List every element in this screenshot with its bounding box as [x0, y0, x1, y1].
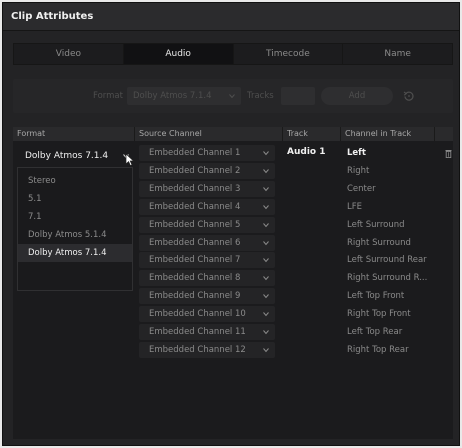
tracks-field[interactable]: [281, 87, 315, 105]
format-option-dolby-atmos-5-1-4[interactable]: Dolby Atmos 5.1.4: [18, 226, 132, 244]
channel-in-track-label: Right Top Front: [347, 309, 411, 320]
format-option-5-1[interactable]: 5.1: [18, 190, 132, 208]
channel-mapping-table: Format Source Channel Track Channel in T…: [13, 127, 453, 439]
format-option-dolby-atmos-7-1-4[interactable]: Dolby Atmos 7.1.4: [18, 244, 132, 262]
tab-timecode[interactable]: Timecode: [234, 44, 344, 64]
format-select-value: Dolby Atmos 7.1.4: [133, 91, 212, 101]
clip-attributes-window: Clip Attributes Video Audio Timecode Nam…: [2, 2, 460, 446]
header-channel-in-track: Channel in Track: [341, 127, 435, 141]
chevron-down-icon: [263, 186, 269, 192]
source-channel-select[interactable]: Embedded Channel 6: [139, 234, 275, 251]
add-button[interactable]: Add: [321, 87, 393, 105]
channel-in-track-label: Left Top Rear: [347, 327, 403, 337]
title-bar: Clip Attributes: [3, 3, 459, 31]
format-option-7-1[interactable]: 7.1: [18, 208, 132, 226]
source-channel-select[interactable]: Embedded Channel 11: [139, 324, 275, 340]
source-channel-select[interactable]: Embedded Channel 5: [139, 216, 275, 233]
source-channel-label: Embedded Channel 7: [149, 255, 241, 266]
header-source-channel: Source Channel: [135, 127, 283, 141]
chevron-down-icon: [263, 312, 269, 317]
source-channel-label: Embedded Channel 2: [149, 165, 241, 176]
chevron-down-icon: [263, 240, 269, 245]
channel-in-track-label: Right Top Rear: [347, 344, 409, 355]
source-channel-select[interactable]: Embedded Channel 12: [139, 341, 275, 358]
chevron-down-icon: [263, 348, 269, 353]
format-label: Format: [93, 91, 123, 101]
table-header: Format Source Channel Track Channel in T…: [13, 127, 453, 141]
format-bar: Format Dolby Atmos 7.1.4 Tracks Add: [13, 79, 453, 113]
track-value: Audio 1: [287, 147, 326, 157]
reset-icon[interactable]: [403, 90, 415, 102]
chevron-down-icon: [263, 258, 269, 263]
tab-audio[interactable]: Audio: [123, 44, 234, 64]
channel-in-track-label: Right: [347, 165, 370, 176]
channel-in-track-label: Left: [347, 148, 366, 158]
source-channel-select[interactable]: Embedded Channel 1: [139, 145, 275, 161]
header-format: Format: [13, 127, 135, 141]
format-select[interactable]: Dolby Atmos 7.1.4: [127, 87, 241, 105]
chevron-down-icon: [263, 294, 269, 299]
chevron-down-icon: [263, 169, 269, 174]
source-channel-select[interactable]: Embedded Channel 8: [139, 270, 275, 287]
source-channel-label: Embedded Channel 8: [149, 273, 241, 284]
source-channel-label: Embedded Channel 1: [149, 148, 241, 158]
source-channel-label: Embedded Channel 10: [149, 309, 246, 320]
cursor-arrow-icon: [125, 153, 135, 167]
source-channel-label: Embedded Channel 6: [149, 237, 241, 248]
channel-in-track-label: Left Top Front: [347, 291, 405, 302]
tab-bar: Video Audio Timecode Name: [13, 43, 453, 65]
source-channel-select[interactable]: Embedded Channel 10: [139, 306, 275, 323]
source-channel-select[interactable]: Embedded Channel 7: [139, 252, 275, 269]
format-dropdown-menu: Stereo 5.1 7.1 Dolby Atmos 5.1.4 Dolby A…: [17, 167, 133, 291]
channel-in-track-label: Left Surround Rear: [347, 255, 427, 266]
source-channel-label: Embedded Channel 12: [149, 344, 246, 355]
tab-name[interactable]: Name: [343, 44, 452, 64]
format-option-stereo[interactable]: Stereo: [18, 172, 132, 190]
header-track: Track: [283, 127, 341, 141]
trash-icon[interactable]: [445, 149, 452, 158]
tracks-label: Tracks: [247, 91, 274, 101]
chevron-down-icon: [263, 204, 269, 209]
chevron-down-icon: [263, 276, 269, 281]
channel-in-track-label: Center: [347, 183, 376, 194]
row-format-select[interactable]: Dolby Atmos 7.1.4: [17, 147, 133, 165]
window-title: Clip Attributes: [11, 11, 94, 22]
source-channel-select[interactable]: Embedded Channel 9: [139, 288, 275, 305]
source-channel-select[interactable]: Embedded Channel 4: [139, 198, 275, 215]
row-format-value: Dolby Atmos 7.1.4: [25, 151, 109, 161]
source-channel-select[interactable]: Embedded Channel 2: [139, 162, 275, 179]
chevron-down-icon: [263, 222, 269, 227]
source-channel-label: Embedded Channel 5: [149, 219, 241, 230]
source-channel-label: Embedded Channel 4: [149, 201, 241, 212]
channel-in-track-label: Right Surround: [347, 237, 411, 248]
source-channel-select[interactable]: Embedded Channel 3: [139, 180, 275, 197]
chevron-down-icon: [263, 151, 269, 156]
channel-in-track-label: LFE: [347, 201, 362, 212]
chevron-down-icon: [229, 94, 235, 99]
tab-video[interactable]: Video: [14, 44, 124, 64]
chevron-down-icon: [263, 330, 269, 335]
source-channel-label: Embedded Channel 3: [149, 183, 241, 194]
source-channel-label: Embedded Channel 11: [149, 327, 246, 337]
source-channel-label: Embedded Channel 9: [149, 291, 241, 302]
channel-in-track-label: Left Surround: [347, 219, 405, 230]
channel-in-track-label: Right Surround R...: [347, 273, 428, 284]
